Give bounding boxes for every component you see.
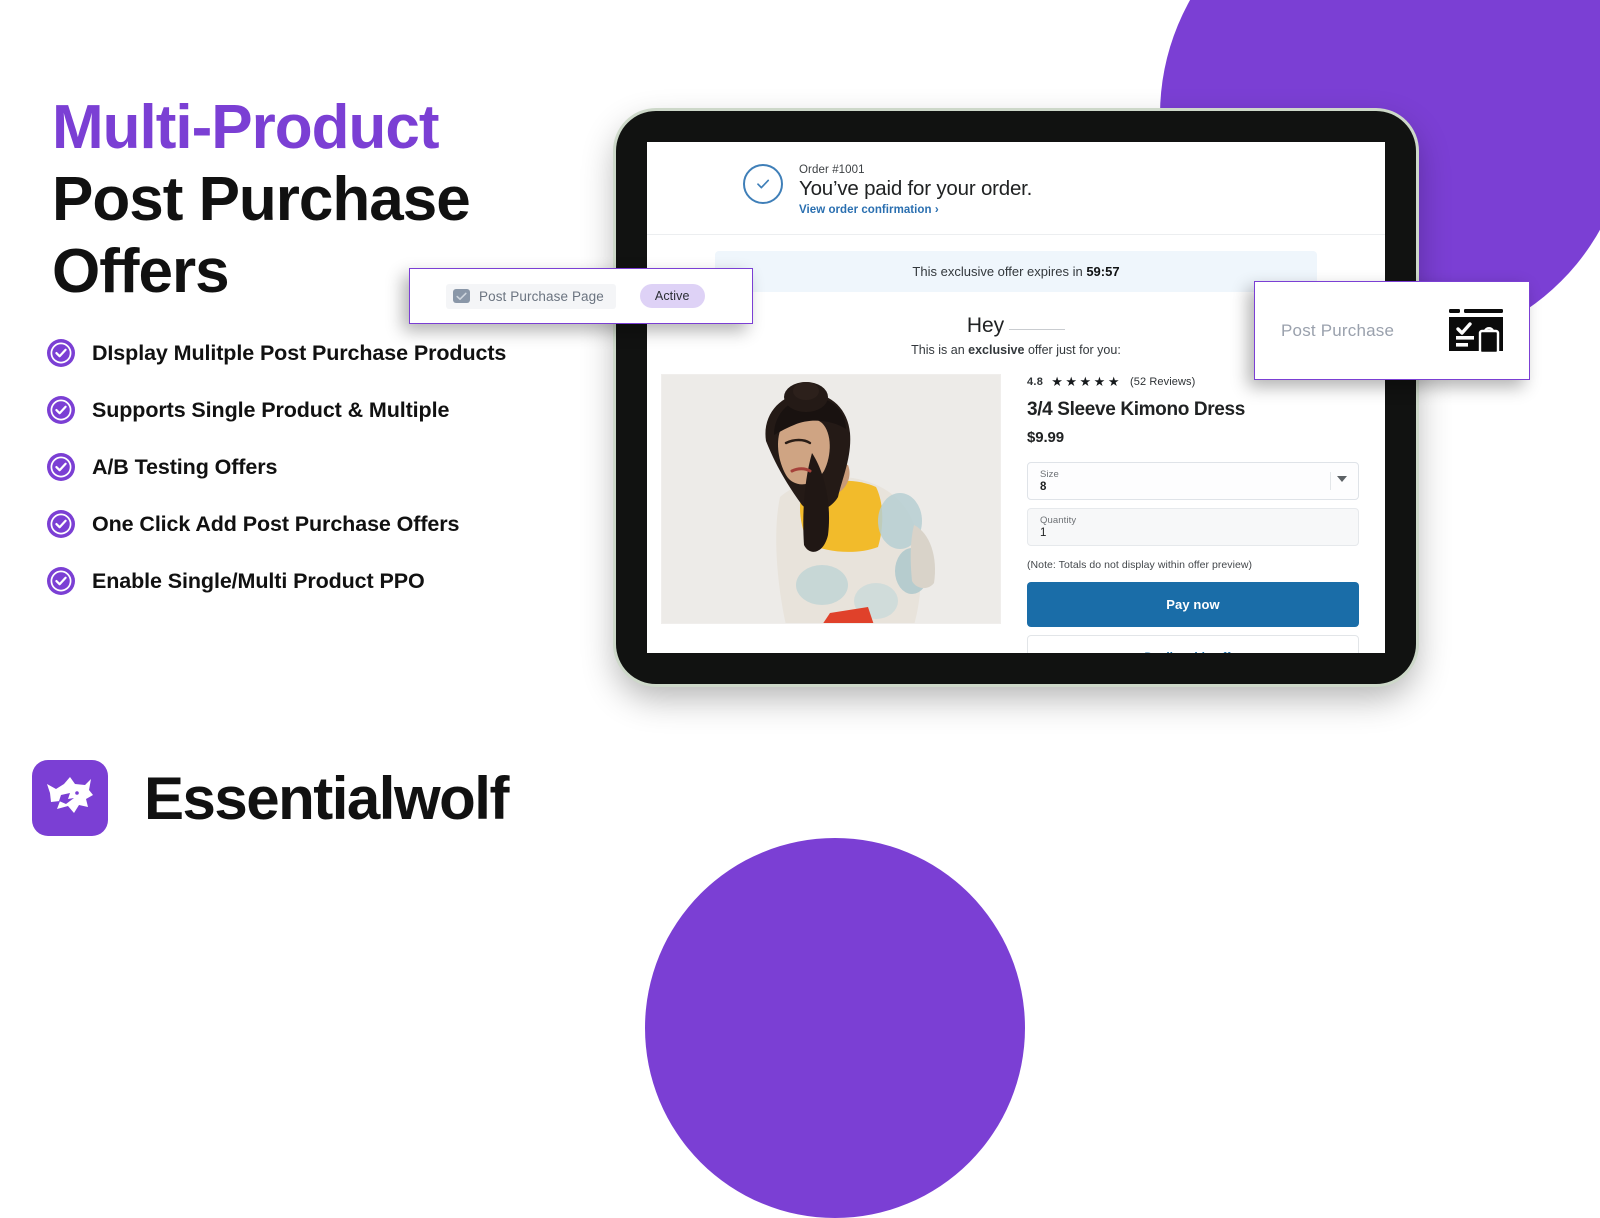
feature-list: DIsplay Mulitple Post Purchase Products …: [46, 336, 646, 621]
paid-message: You’ve paid for your order.: [799, 177, 1033, 200]
check-circle-icon: [47, 396, 75, 424]
size-value: 8: [1040, 481, 1047, 494]
select-divider: [1330, 472, 1331, 490]
name-placeholder-blank: [1009, 329, 1066, 330]
size-label: Size: [1040, 469, 1059, 480]
feature-item: Enable Single/Multi Product PPO: [46, 564, 646, 598]
tablet-device-frame: Order #1001 You’ve paid for your order. …: [616, 111, 1416, 684]
quantity-label: Quantity: [1040, 515, 1077, 526]
countdown-value: 59:57: [1086, 264, 1120, 279]
feature-item: Supports Single Product & Multiple: [46, 393, 646, 427]
feature-label: DIsplay Mulitple Post Purchase Products: [92, 340, 507, 365]
order-number: Order #1001: [799, 164, 865, 176]
feature-label: Supports Single Product & Multiple: [92, 397, 450, 422]
quantity-value: 1: [1040, 527, 1047, 540]
offer-subtitle-bold: exclusive: [968, 343, 1025, 357]
decorative-circle-bottom: [645, 838, 1025, 1218]
post-purchase-window-icon: [1449, 308, 1503, 354]
feature-label: Enable Single/Multi Product PPO: [92, 568, 425, 593]
brand-name: Essentialwolf: [144, 764, 509, 832]
offer-subtitle-post: offer just for you:: [1027, 343, 1121, 357]
headline-line-2: Post Purchase: [52, 164, 471, 234]
product-price: $9.99: [1027, 429, 1065, 446]
logo-tile: [32, 760, 108, 836]
check-circle-icon: [47, 339, 75, 367]
chevron-down-icon[interactable]: [1337, 476, 1347, 482]
feature-label: A/B Testing Offers: [92, 454, 278, 479]
post-purchase-page-chip[interactable]: Post Purchase Page: [446, 283, 616, 309]
product-title: 3/4 Sleeve Kimono Dress: [1027, 399, 1245, 420]
offer-countdown-banner: This exclusive offer expires in 59:57: [715, 251, 1317, 292]
rating-value: 4.8: [1027, 376, 1044, 388]
totals-note: (Note: Totals do not display within offe…: [1027, 559, 1253, 571]
pay-now-button[interactable]: Pay now: [1027, 582, 1359, 627]
check-circle-outline-icon: [743, 164, 783, 204]
view-order-confirmation-link[interactable]: View order confirmation ›: [799, 204, 1032, 216]
tablet-screen: Order #1001 You’ve paid for your order. …: [647, 142, 1385, 653]
star-rating-icon: ★★★★★: [1051, 374, 1122, 389]
post-purchase-page-card[interactable]: Post Purchase Page Active: [409, 268, 753, 324]
headline-accent-line: Multi-Product: [52, 93, 440, 162]
decline-offer-button[interactable]: Decline this offer: [1027, 635, 1359, 653]
product-image: [661, 374, 1001, 624]
post-purchase-page-label: Post Purchase Page: [479, 288, 604, 304]
greeting-text: Hey: [966, 314, 1005, 337]
check-circle-icon: [47, 453, 75, 481]
review-count: (52 Reviews): [1129, 376, 1196, 388]
offer-subtitle-pre: This is an: [911, 343, 965, 357]
size-select[interactable]: Size 8: [1027, 462, 1359, 500]
status-badge: Active: [639, 284, 705, 308]
checkbox-checked-icon[interactable]: [453, 289, 470, 303]
post-purchase-label: Post Purchase: [1281, 320, 1395, 340]
order-status-header: Order #1001 You’ve paid for your order. …: [647, 142, 1385, 235]
offer-product-block: 4.8 ★★★★★ (52 Reviews) 3/4 Sleeve Kimono…: [647, 374, 1385, 653]
check-circle-icon: [47, 567, 75, 595]
feature-label: One Click Add Post Purchase Offers: [92, 511, 460, 536]
countdown-prefix: This exclusive offer expires in: [912, 264, 1083, 279]
wolf-head-icon: [47, 777, 93, 813]
product-details: 4.8 ★★★★★ (52 Reviews) 3/4 Sleeve Kimono…: [1001, 374, 1371, 653]
feature-item: One Click Add Post Purchase Offers: [46, 507, 646, 541]
feature-item: DIsplay Mulitple Post Purchase Products: [46, 336, 646, 370]
quantity-input[interactable]: Quantity 1: [1027, 508, 1359, 546]
post-purchase-extension-card[interactable]: Post Purchase: [1254, 281, 1530, 380]
check-circle-icon: [47, 510, 75, 538]
feature-item: A/B Testing Offers: [46, 450, 646, 484]
brand-logo: Essentialwolf: [32, 760, 509, 836]
